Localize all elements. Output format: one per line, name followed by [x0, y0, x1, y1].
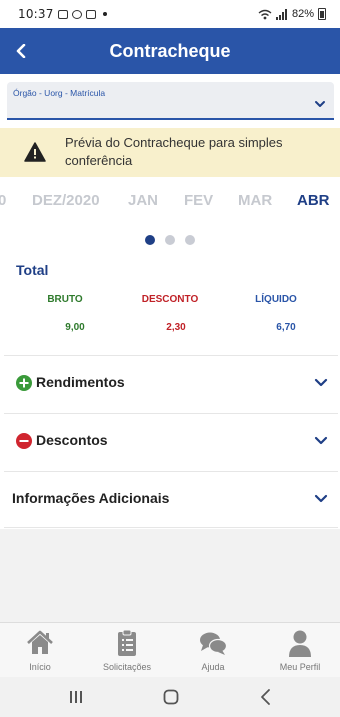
- user-icon: [289, 630, 311, 657]
- system-nav-bar: [0, 677, 340, 717]
- month-item[interactable]: MAR: [238, 192, 272, 209]
- month-item[interactable]: JAN: [128, 192, 158, 209]
- select-label: Órgão - Uorg - Matrícula: [13, 88, 106, 98]
- bottom-nav: Início Solicitações Ajuda Meu Perfil: [0, 622, 340, 677]
- warning-icon: [24, 142, 46, 162]
- signal-icon: [275, 8, 287, 20]
- nav-label: Início: [29, 662, 51, 672]
- status-bar: 10:37 82%: [0, 0, 340, 28]
- section-rendimentos[interactable]: Rendimentos: [4, 355, 338, 412]
- nav-ajuda[interactable]: Ajuda: [173, 629, 253, 672]
- section-descontos[interactable]: Descontos: [4, 413, 338, 470]
- home-button-icon[interactable]: [161, 687, 181, 707]
- month-item[interactable]: FEV: [184, 192, 213, 209]
- nav-inicio[interactable]: Início: [0, 629, 80, 672]
- minus-circle-icon: [16, 433, 32, 449]
- battery-icon: [318, 8, 326, 20]
- notification-icon: [57, 9, 68, 19]
- total-title: Total: [16, 262, 49, 278]
- month-carousel: 0 DEZ/2020 JAN FEV MAR ABR: [0, 177, 340, 223]
- chevron-down-icon: [314, 378, 328, 387]
- chat-bubbles-icon: [200, 632, 228, 655]
- page-title: Contracheque: [109, 40, 231, 61]
- nav-solicitacoes[interactable]: Solicitações: [87, 629, 167, 672]
- whatsapp-icon: [71, 9, 82, 19]
- bruto-label: BRUTO: [47, 294, 83, 305]
- month-item-active[interactable]: ABR: [297, 192, 330, 209]
- back-button[interactable]: [6, 36, 36, 66]
- nav-label: Ajuda: [201, 662, 225, 672]
- orgao-uorg-matricula-select[interactable]: Órgão - Uorg - Matrícula: [7, 82, 334, 120]
- nav-label: Meu Perfil: [279, 662, 321, 672]
- app-bar: Contracheque: [0, 28, 340, 74]
- nav-label: Solicitações: [102, 662, 152, 672]
- gallery-icon: [85, 9, 96, 19]
- more-notifications-icon: [102, 12, 107, 16]
- pager-dots: [0, 223, 340, 256]
- liquido-value: 6,70: [276, 322, 296, 333]
- plus-circle-icon: [16, 375, 32, 391]
- bruto-value: 9,00: [65, 322, 85, 333]
- pager-dot[interactable]: [165, 234, 175, 245]
- section-label: Informações Adicionais: [12, 490, 170, 506]
- pager-dot[interactable]: [185, 234, 195, 245]
- pager-dot-active[interactable]: [145, 234, 155, 245]
- section-informacoes-adicionais[interactable]: Informações Adicionais: [4, 471, 338, 528]
- section-label: Rendimentos: [36, 374, 125, 390]
- section-label: Descontos: [36, 432, 108, 448]
- notice-text: Prévia do Contracheque para simples conf…: [65, 135, 283, 168]
- clipboard-icon: [118, 629, 136, 656]
- nav-meu-perfil[interactable]: Meu Perfil: [260, 629, 340, 672]
- battery-percent: 82%: [291, 8, 314, 20]
- liquido-label: LÍQUIDO: [255, 294, 297, 305]
- recent-apps-icon[interactable]: [66, 687, 86, 707]
- month-item[interactable]: DEZ/2020: [32, 192, 100, 209]
- wifi-icon: [258, 9, 272, 19]
- chevron-left-icon: [16, 44, 26, 58]
- month-item[interactable]: 0: [0, 192, 6, 209]
- desconto-label: DESCONTO: [141, 294, 199, 305]
- back-nav-icon[interactable]: [256, 687, 276, 707]
- select-container: Órgão - Uorg - Matrícula: [0, 74, 340, 128]
- status-time: 10:37: [18, 7, 54, 21]
- payslip-card: Total BRUTO DESCONTO LÍQUIDO 9,00 2,30 6…: [0, 256, 340, 529]
- desconto-value: 2,30: [166, 322, 186, 333]
- chevron-down-icon: [314, 494, 328, 503]
- home-icon: [27, 630, 53, 654]
- chevron-down-icon: [315, 101, 325, 107]
- chevron-down-icon: [314, 436, 328, 445]
- notice-banner: Prévia do Contracheque para simples conf…: [0, 128, 340, 177]
